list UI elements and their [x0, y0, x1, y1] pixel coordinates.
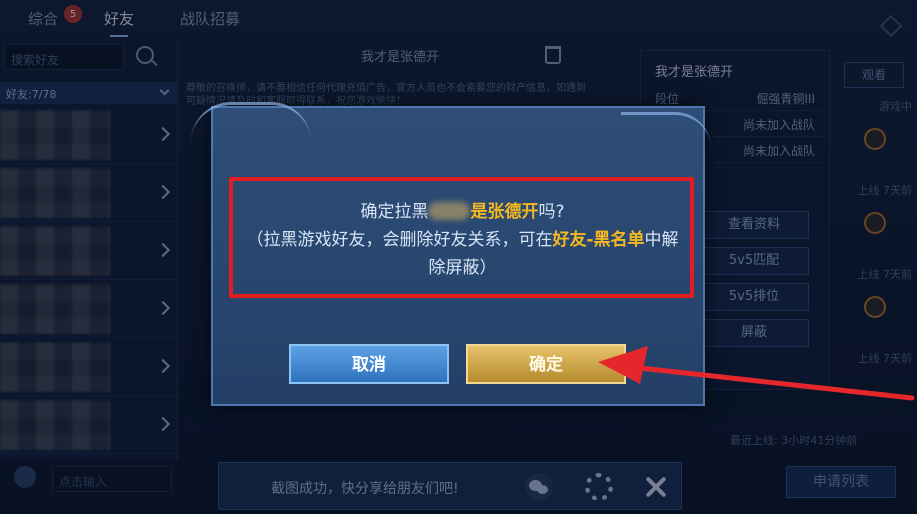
message-prefix: 确定拉黑 [360, 202, 429, 222]
dialog-message: 确定拉黑 是张德开吗? （拉黑游戏好友，会删除好友关系，可在好友-黑名单中解除屏蔽… [245, 198, 680, 282]
message-question: 吗? [538, 202, 565, 222]
message-blacklist: 好友-黑名单 [552, 230, 645, 250]
message-name: 是张德开 [470, 202, 539, 222]
confirm-button[interactable]: 确定 [466, 344, 626, 384]
blurred-name [428, 202, 471, 220]
message-detail: （拉黑游戏好友，会删除好友关系，可在 [246, 230, 553, 250]
decorative-swirl [191, 102, 311, 142]
decorative-swirl [621, 112, 711, 148]
cancel-button[interactable]: 取消 [289, 344, 449, 384]
